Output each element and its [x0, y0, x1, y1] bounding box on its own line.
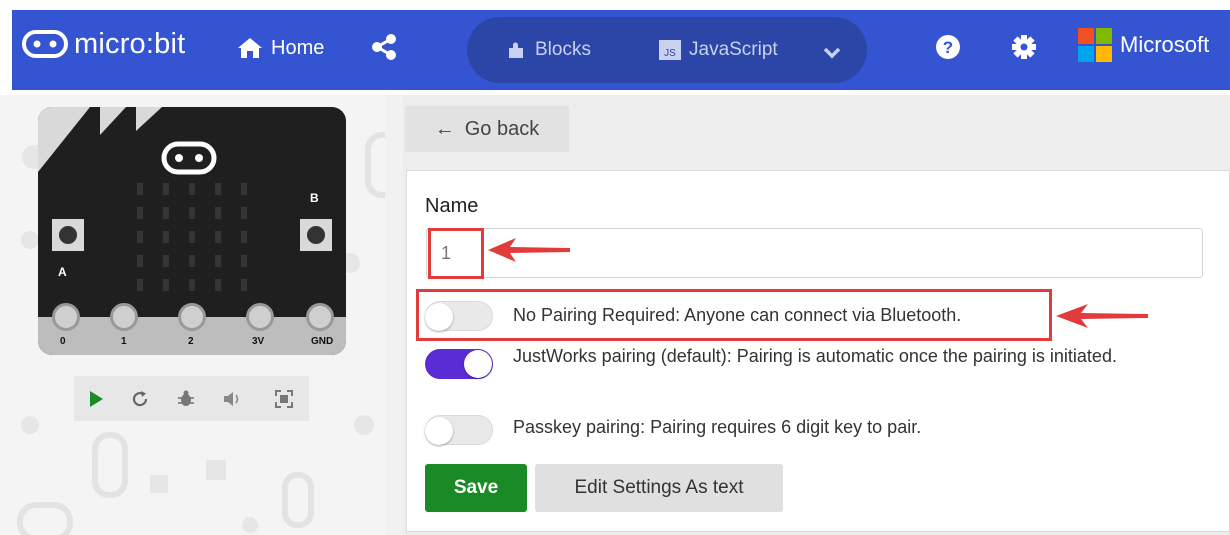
save-button[interactable]: Save	[425, 464, 527, 512]
go-back-button[interactable]: ← Go back	[405, 106, 569, 152]
edit-settings-as-text-button[interactable]: Edit Settings As text	[535, 464, 783, 512]
microbit-logo-icon	[22, 30, 68, 58]
help-button[interactable]: ?	[935, 34, 961, 65]
name-label: Name	[425, 195, 479, 217]
justworks-label: JustWorks pairing (default): Pairing is …	[513, 346, 1117, 366]
pin-label-gnd: GND	[311, 336, 334, 347]
share-button[interactable]	[371, 34, 397, 65]
fullscreen-button[interactable]	[264, 376, 304, 421]
javascript-label: JavaScript	[689, 39, 778, 60]
mute-button[interactable]	[212, 376, 252, 421]
pin-label-2: 2	[188, 336, 194, 347]
restart-icon	[132, 390, 148, 406]
blocks-label: Blocks	[535, 39, 591, 60]
volume-icon	[224, 391, 239, 406]
debug-button[interactable]	[166, 376, 206, 421]
simulator-controls	[74, 376, 309, 421]
microbit-logo[interactable]: micro:bit	[22, 24, 185, 64]
home-icon	[238, 38, 262, 58]
play-icon	[90, 390, 103, 407]
puzzle-icon	[509, 42, 523, 58]
fullscreen-icon	[275, 389, 293, 408]
editor-toggle: Blocks JS JavaScript	[467, 17, 867, 83]
home-label: Home	[271, 36, 325, 59]
microsoft-logo-icon	[1078, 28, 1112, 62]
pin-gnd[interactable]	[306, 303, 334, 331]
microbit-board: A B 0 1 2 3V GND	[38, 107, 346, 355]
top-bar: micro:bit Home Blocks JS JavaScript ? Mi…	[0, 0, 1230, 95]
pin-label-1: 1	[121, 336, 127, 347]
svg-text:JS: JS	[664, 48, 676, 59]
button-a-label: A	[58, 265, 67, 279]
pin-2[interactable]	[178, 303, 206, 331]
logo-text: micro:bit	[74, 27, 186, 60]
home-button[interactable]: Home	[237, 30, 324, 66]
button-b-label: B	[310, 191, 319, 205]
pin-0[interactable]	[52, 303, 80, 331]
settings-button[interactable]	[1011, 34, 1037, 65]
button-a[interactable]	[52, 219, 84, 251]
pin-label-0: 0	[60, 336, 66, 347]
javascript-tab[interactable]: JS JavaScript	[659, 17, 778, 83]
button-b[interactable]	[300, 219, 332, 251]
passkey-toggle[interactable]	[425, 415, 493, 445]
pin-label-3v: 3V	[252, 336, 265, 347]
justworks-toggle[interactable]	[425, 349, 493, 379]
play-button[interactable]	[76, 376, 116, 421]
restart-button[interactable]	[120, 376, 160, 421]
passkey-label: Passkey pairing: Pairing requires 6 digi…	[513, 417, 922, 437]
annotation-arrow-no-pairing	[1056, 304, 1148, 328]
panel-divider[interactable]	[385, 95, 403, 535]
pin-3v[interactable]	[246, 303, 274, 331]
blocks-tab[interactable]: Blocks	[507, 17, 591, 83]
led-matrix	[137, 183, 247, 291]
microsoft-brand[interactable]: Microsoft	[1078, 28, 1209, 62]
question-icon: ?	[936, 35, 960, 59]
bug-icon	[178, 390, 194, 406]
annotation-box-no-pairing	[416, 289, 1052, 341]
annotation-box-name	[428, 228, 484, 279]
share-icon	[372, 34, 396, 60]
javascript-icon: JS	[659, 40, 681, 60]
go-back-label: Go back	[464, 117, 540, 140]
microsoft-label: Microsoft	[1120, 32, 1210, 57]
arrow-left-icon: ←	[434, 117, 455, 140]
gear-icon	[1012, 35, 1036, 59]
simulator-panel: A B 0 1 2 3V GND	[0, 95, 385, 535]
pin-1[interactable]	[110, 303, 138, 331]
svg-text:?: ?	[943, 38, 953, 57]
annotation-arrow-name	[488, 238, 570, 262]
chevron-down-icon[interactable]	[821, 41, 843, 68]
